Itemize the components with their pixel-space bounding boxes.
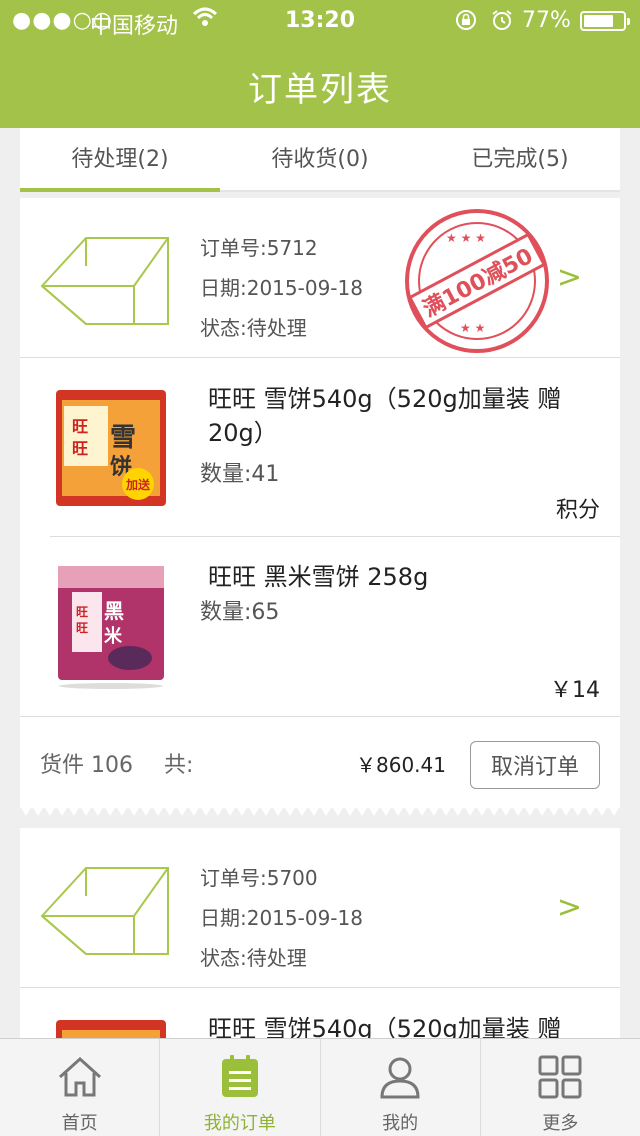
user-icon: [380, 1057, 420, 1099]
svg-text:黑: 黑: [104, 599, 124, 623]
battery-icon: [580, 11, 630, 31]
svg-text:★ ★ ★: ★ ★ ★: [446, 231, 486, 245]
product-name: 旺旺 黑米雪饼 258g: [208, 563, 429, 591]
svg-text:旺: 旺: [72, 439, 88, 458]
package-box-icon: [40, 866, 170, 962]
item-count: 货件 106: [40, 753, 133, 778]
nav-more[interactable]: 更多: [481, 1039, 640, 1136]
nav-profile[interactable]: 我的: [321, 1039, 481, 1136]
product-price: 积分: [555, 498, 600, 523]
rotation-lock-icon: [454, 8, 478, 38]
order-status-tabs: 待处理(2) 待收货(0) 已完成(5): [20, 128, 620, 192]
product-price: ￥14: [550, 678, 600, 703]
order-item[interactable]: 旺 旺 雪 饼 加送 旺旺 雪饼540g（520g加量装 赠20g） 数量:41…: [20, 358, 620, 536]
tab-completed[interactable]: 已完成(5): [420, 128, 620, 190]
order-status: 状态:待处理: [200, 946, 307, 970]
zigzag-edge: [20, 806, 620, 816]
svg-text:加送: 加送: [125, 477, 151, 492]
order-card: 订单号:5712 日期:2015-09-18 状态:待处理 ★ ★ ★ ★ ★ …: [20, 198, 620, 816]
order-number: 订单号:5712: [200, 236, 318, 260]
order-card: 订单号:5700 日期:2015-09-18 状态:待处理 > 旺旺 雪饼540…: [20, 828, 620, 1136]
page-title: 订单列表: [248, 70, 392, 110]
svg-text:旺: 旺: [72, 417, 88, 436]
order-item[interactable]: 旺 旺 黑 米 旺旺 黑米雪饼 258g 数量:65 ￥14: [20, 536, 620, 716]
svg-text:雪: 雪: [110, 423, 136, 453]
order-date: 日期:2015-09-18: [200, 906, 363, 930]
product-name: 旺旺 雪饼540g（520g加量装 赠20g）: [208, 385, 562, 447]
product-quantity: 数量:41: [200, 462, 280, 487]
tab-to-receive[interactable]: 待收货(0): [220, 128, 420, 190]
order-meta: 订单号:5712 日期:2015-09-18 状态:待处理: [200, 228, 363, 348]
nav-label: 更多: [542, 1113, 579, 1134]
total-label: 共:: [164, 753, 194, 778]
product-image: 旺 旺 黑 米: [54, 562, 168, 689]
order-footer: 货件 106 共: ￥860.41 取消订单: [20, 716, 620, 816]
nav-my-orders[interactable]: 我的订单: [160, 1039, 321, 1136]
nav-label: 首页: [61, 1113, 98, 1134]
home-icon: [58, 1056, 101, 1097]
tab-pending[interactable]: 待处理(2): [20, 128, 220, 192]
chevron-right-icon[interactable]: >: [557, 890, 582, 925]
bottom-nav: 首页 我的订单 我的 更多: [0, 1038, 640, 1136]
order-meta: 订单号:5700 日期:2015-09-18 状态:待处理: [200, 858, 363, 978]
nav-label: 我的订单: [203, 1113, 276, 1134]
order-header[interactable]: 订单号:5700 日期:2015-09-18 状态:待处理 >: [20, 828, 620, 988]
alarm-icon: [490, 8, 514, 38]
chevron-right-icon[interactable]: >: [557, 260, 582, 295]
nav-label: 我的: [382, 1113, 419, 1134]
grid-icon: [538, 1055, 582, 1099]
order-header[interactable]: 订单号:5712 日期:2015-09-18 状态:待处理 ★ ★ ★ ★ ★ …: [20, 198, 620, 358]
svg-text:旺: 旺: [76, 621, 88, 635]
product-image: 旺 旺 雪 饼 加送: [54, 386, 168, 510]
cancel-order-button[interactable]: 取消订单: [470, 741, 600, 789]
top-bar: ●●●○○ 中国移动 13:20 77% 订单列表: [0, 0, 640, 128]
package-box-icon: [40, 236, 170, 332]
order-status: 状态:待处理: [200, 316, 307, 340]
product-quantity: 数量:65: [200, 600, 280, 625]
status-bar: ●●●○○ 中国移动 13:20 77%: [0, 0, 640, 40]
svg-text:旺: 旺: [76, 605, 88, 619]
svg-text:★ ★: ★ ★: [460, 321, 485, 335]
svg-text:米: 米: [104, 625, 123, 647]
order-total: ￥860.41: [356, 753, 446, 777]
order-number: 订单号:5700: [200, 866, 318, 890]
order-date: 日期:2015-09-18: [200, 276, 363, 300]
clipboard-icon: [221, 1055, 258, 1097]
promo-stamp: ★ ★ ★ ★ ★ 满100减50: [402, 206, 552, 360]
battery-percent: 77%: [522, 8, 571, 33]
nav-home[interactable]: 首页: [0, 1039, 161, 1136]
